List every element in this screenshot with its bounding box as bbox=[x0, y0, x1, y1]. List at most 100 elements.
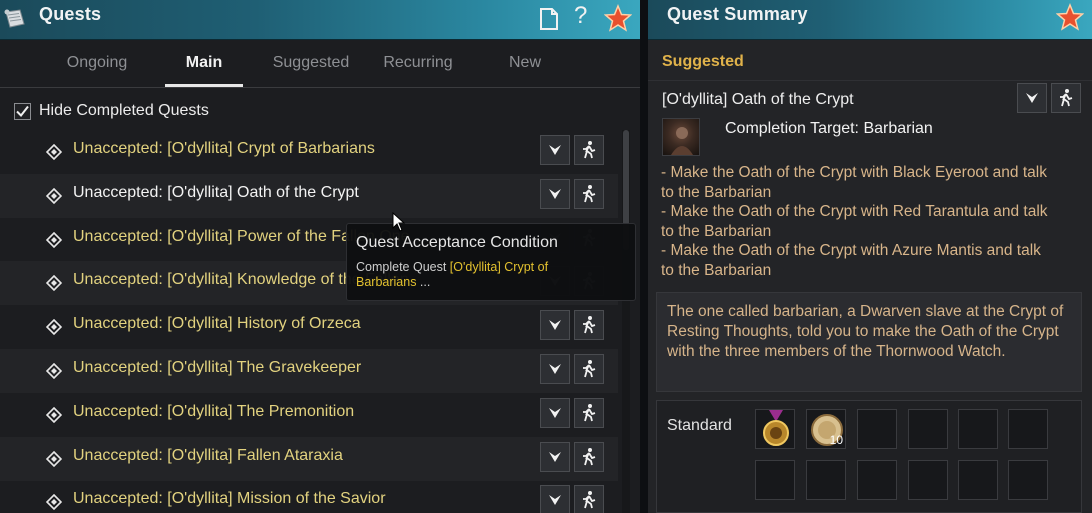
auto-path-button[interactable] bbox=[574, 310, 604, 341]
walking-figure-icon bbox=[583, 491, 596, 509]
medal-icon bbox=[763, 410, 789, 446]
tab-recurring[interactable]: Recurring bbox=[358, 54, 478, 72]
reward-slot[interactable]: 10 bbox=[806, 409, 846, 449]
auto-path-button[interactable] bbox=[574, 135, 604, 165]
tab-new[interactable]: New bbox=[465, 54, 585, 72]
tooltip-body: Complete Quest [O'dyllita] Crypt of Barb… bbox=[356, 260, 606, 290]
summary-title: Quest Summary bbox=[667, 4, 808, 24]
quest-tabs: Ongoing Main Suggested Recurring New bbox=[0, 40, 640, 88]
barbarian-portrait-icon bbox=[662, 118, 700, 156]
tab-suggested[interactable]: Suggested bbox=[251, 54, 371, 72]
quest-row[interactable]: Unaccepted: [O'dyllita] Crypt of Barbari… bbox=[0, 130, 618, 174]
quest-title[interactable]: Unaccepted: [O'dyllita] Oath of the Cryp… bbox=[73, 184, 359, 202]
navigate-button[interactable] bbox=[540, 397, 570, 428]
quest-row[interactable]: Unaccepted: [O'dyllita] Mission of the S… bbox=[0, 480, 618, 513]
navigate-arrow-icon bbox=[549, 188, 561, 199]
quest-diamond-icon bbox=[45, 275, 63, 296]
navigate-button[interactable] bbox=[540, 310, 570, 341]
auto-path-button[interactable] bbox=[574, 397, 604, 428]
quest-diamond-icon bbox=[45, 319, 63, 340]
tooltip-body-prefix: Complete Quest bbox=[356, 260, 450, 274]
quest-title[interactable]: Unaccepted: [O'dyllita] Crypt of Barbari… bbox=[73, 140, 375, 158]
quest-title[interactable]: Unaccepted: [O'dyllita] Mission of the S… bbox=[73, 490, 386, 508]
reward-slot-empty bbox=[958, 409, 998, 449]
summary-category: Suggested bbox=[662, 53, 744, 70]
summary-auto-path-button[interactable] bbox=[1051, 83, 1081, 113]
quest-row[interactable]: Unaccepted: [O'dyllita] The Premonition bbox=[0, 393, 618, 437]
reward-slot-empty bbox=[908, 409, 948, 449]
walking-figure-icon bbox=[583, 184, 596, 203]
quest-row[interactable]: Unaccepted: [O'dyllita] Oath of the Cryp… bbox=[0, 173, 618, 218]
quest-row[interactable]: Unaccepted: [O'dyllita] The Gravekeeper bbox=[0, 349, 618, 393]
acceptance-condition-tooltip: Quest Acceptance Condition Complete Ques… bbox=[346, 223, 636, 301]
hide-completed-toggle[interactable]: Hide Completed Quests bbox=[14, 100, 209, 122]
quest-title[interactable]: Unaccepted: [O'dyllita] Fallen Ataraxia bbox=[73, 447, 343, 465]
reward-slot-empty bbox=[857, 409, 897, 449]
walking-figure-icon bbox=[583, 316, 596, 334]
walking-figure-icon bbox=[583, 447, 596, 465]
auto-path-button[interactable] bbox=[574, 354, 604, 384]
reward-slot-empty bbox=[857, 460, 897, 500]
quest-row[interactable]: Unaccepted: [O'dyllita] Fallen Ataraxia bbox=[0, 436, 618, 481]
auto-path-button[interactable] bbox=[574, 178, 604, 209]
quest-diamond-icon bbox=[45, 406, 63, 428]
completion-target: Completion Target: Barbarian bbox=[725, 120, 933, 137]
quest-diamond-icon bbox=[45, 362, 63, 384]
tooltip-body-suffix: ... bbox=[416, 275, 431, 289]
quest-description: The one called barbarian, a Dwarven slav… bbox=[667, 303, 1064, 360]
quest-diamond-icon bbox=[45, 231, 63, 253]
reward-slot-empty bbox=[1008, 460, 1048, 500]
navigate-button[interactable] bbox=[540, 135, 570, 165]
navigate-arrow-icon bbox=[549, 320, 561, 331]
quest-description-box: The one called barbarian, a Dwarven slav… bbox=[656, 292, 1082, 392]
reward-slot-empty bbox=[755, 460, 795, 500]
quest-summary-window: Quest Summary Suggested [O'dyllita] Oath… bbox=[648, 0, 1092, 513]
rewards-box: Standard 10 bbox=[656, 400, 1082, 513]
auto-path-button[interactable] bbox=[574, 441, 604, 472]
navigate-arrow-icon bbox=[549, 495, 561, 506]
auto-path-button[interactable] bbox=[574, 485, 604, 513]
navigate-button[interactable] bbox=[540, 485, 570, 513]
quest-title[interactable]: Unaccepted: [O'dyllita] The Gravekeeper bbox=[73, 359, 361, 377]
quest-diamond-icon bbox=[45, 494, 63, 513]
quest-row[interactable]: Unaccepted: [O'dyllita] History of Orzec… bbox=[0, 305, 618, 349]
active-tab-indicator bbox=[165, 84, 243, 87]
walking-figure-icon bbox=[1060, 89, 1073, 107]
navigate-button[interactable] bbox=[540, 178, 570, 209]
quests-titlebar[interactable]: Quests ? bbox=[0, 0, 640, 40]
quests-title: Quests bbox=[39, 4, 102, 24]
reward-count: 10 bbox=[829, 433, 843, 447]
mouse-cursor-icon bbox=[392, 211, 406, 237]
tab-main[interactable]: Main bbox=[144, 54, 264, 72]
tooltip-title: Quest Acceptance Condition bbox=[356, 234, 558, 251]
quest-objectives: - Make the Oath of the Crypt with Black … bbox=[661, 163, 1056, 280]
summary-quest-title: [O'dyllita] Oath of the Crypt bbox=[662, 91, 854, 108]
quest-title[interactable]: Unaccepted: [O'dyllita] The Premonition bbox=[73, 403, 354, 421]
quest-diamond-icon bbox=[45, 450, 63, 472]
navigate-arrow-icon bbox=[549, 451, 561, 462]
tab-ongoing[interactable]: Ongoing bbox=[37, 54, 157, 72]
navigate-button[interactable] bbox=[540, 354, 570, 384]
summary-navigate-button[interactable] bbox=[1017, 83, 1047, 113]
navigate-button[interactable] bbox=[540, 441, 570, 472]
reward-slot-empty bbox=[1008, 409, 1048, 449]
navigate-arrow-icon bbox=[1026, 93, 1038, 103]
reward-slot-empty bbox=[806, 460, 846, 500]
reward-slot-empty bbox=[958, 460, 998, 500]
quests-window: Quests ? Ongoing Main Suggested Recurrin… bbox=[0, 0, 640, 513]
navigate-arrow-icon bbox=[549, 364, 561, 374]
navigate-arrow-icon bbox=[549, 145, 561, 155]
help-icon[interactable]: ? bbox=[574, 2, 587, 30]
navigate-arrow-icon bbox=[549, 407, 561, 418]
quest-title[interactable]: Unaccepted: [O'dyllita] History of Orzec… bbox=[73, 315, 361, 333]
document-icon[interactable] bbox=[538, 7, 560, 36]
quest-diamond-icon bbox=[45, 143, 63, 165]
reward-slot[interactable] bbox=[755, 409, 795, 449]
favorite-star-icon[interactable] bbox=[603, 4, 633, 37]
objective-item: - Make the Oath of the Crypt with Red Ta… bbox=[661, 203, 1048, 240]
summary-titlebar[interactable]: Quest Summary bbox=[648, 0, 1092, 40]
hide-completed-checkbox[interactable] bbox=[14, 102, 31, 120]
scroll-icon bbox=[2, 6, 28, 37]
favorite-star-icon[interactable] bbox=[1055, 3, 1085, 36]
reward-slot-empty bbox=[908, 460, 948, 500]
